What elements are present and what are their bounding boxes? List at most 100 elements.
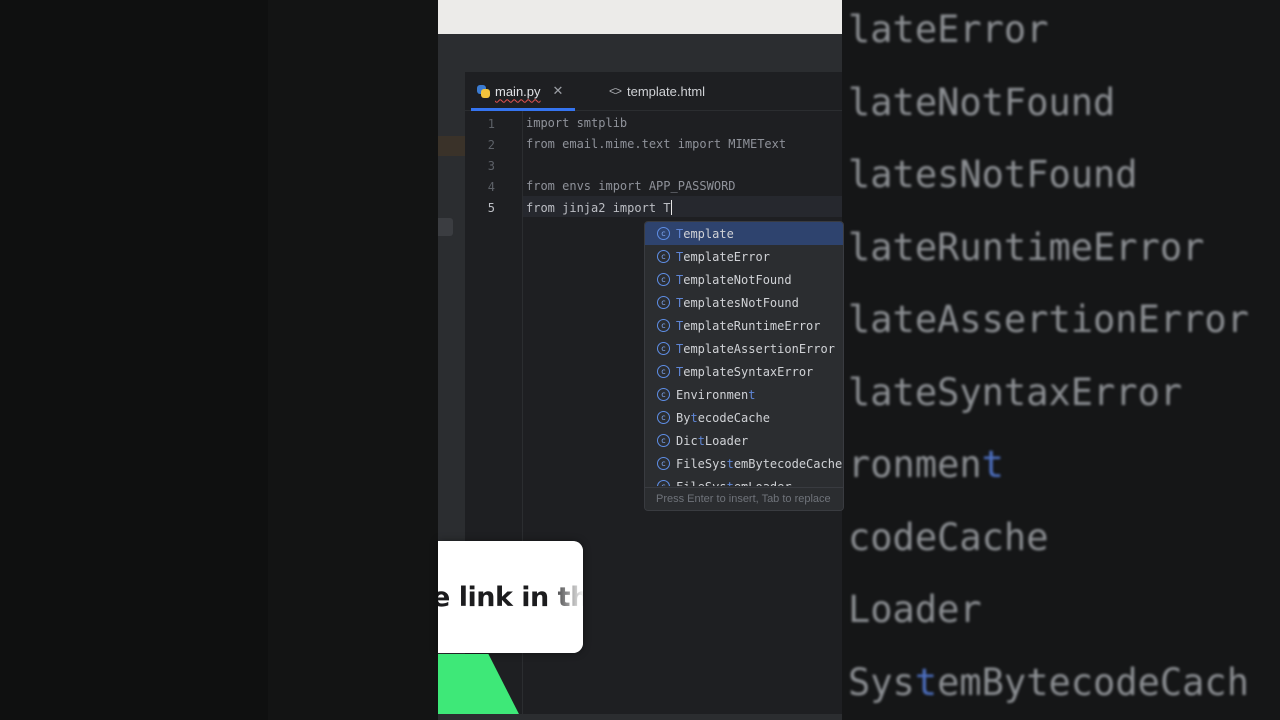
completion-list: c Template c TemplateError c TemplateNotFound… xyxy=(645,222,843,486)
completion-item-text: Dic xyxy=(676,433,698,448)
text-caret xyxy=(670,200,672,215)
code-line-active[interactable]: from jinja2 import T xyxy=(526,200,672,215)
completion-item[interactable]: c TemplateError xyxy=(645,245,843,268)
line-number: 3 xyxy=(487,159,495,173)
background-text: lateAssertionError xyxy=(848,298,1249,341)
tab-template-html-label: template.html xyxy=(627,83,706,99)
completion-item[interactable]: c TemplateNotFound xyxy=(645,268,843,291)
completion-item[interactable]: c FileSystemLoader xyxy=(645,475,843,486)
completion-item[interactable]: c FileSys t emBytecodeCache xyxy=(645,452,843,475)
background-code-line: SystemBytecodeCach xyxy=(848,661,1249,704)
class-icon: c xyxy=(657,342,670,355)
sidebar-handle[interactable] xyxy=(438,218,453,236)
completion-item-text: FileSys xyxy=(676,480,727,487)
completion-item-text: ecodeCache xyxy=(697,410,770,425)
completion-item-text: Loader xyxy=(704,433,749,448)
completion-match: t xyxy=(727,480,734,487)
class-icon: c xyxy=(657,434,670,447)
completion-hint: Press Enter to insert, Tab to replace xyxy=(645,487,843,510)
background-text: latesNotFound xyxy=(848,153,1138,196)
line-number: 1 xyxy=(487,117,495,131)
sidebar-marker xyxy=(438,136,465,156)
caption-fade xyxy=(549,541,583,653)
tab-template-html[interactable]: <> template.html xyxy=(609,72,705,110)
close-icon[interactable]: ✕ xyxy=(553,83,564,99)
class-icon: c xyxy=(657,457,670,470)
completion-item-text: emplateNotFound xyxy=(683,272,792,287)
completion-match: T xyxy=(676,272,684,287)
completion-match: T xyxy=(676,295,684,310)
line-number: 2 xyxy=(487,138,495,152)
code-line[interactable]: from envs import APP_PASSWORD xyxy=(526,179,736,193)
completion-item-text: emplateError xyxy=(683,249,770,264)
completion-item-selected[interactable]: c Template xyxy=(645,222,843,245)
completion-item-text: emplate xyxy=(683,226,734,241)
background-text-highlight: t xyxy=(981,443,1004,486)
completion-item[interactable]: c TemplateSyntaxError xyxy=(645,360,843,383)
right-background: lateError lateNotFound latesNotFound lateRu… xyxy=(842,0,1280,720)
background-code-line: latesNotFound xyxy=(848,153,1138,196)
code-line[interactable]: import smtplib xyxy=(526,116,627,130)
background-code-line: ronment xyxy=(848,443,1004,486)
class-icon: c xyxy=(657,227,670,240)
class-icon: c xyxy=(657,388,670,401)
completion-match: T xyxy=(676,364,684,379)
background-text: lateError xyxy=(848,8,1049,51)
completion-item-text: emLoader xyxy=(734,480,792,487)
completion-item[interactable]: c TemplateRuntimeError xyxy=(645,314,843,337)
background-text-highlight: t xyxy=(914,660,938,704)
class-icon: c xyxy=(657,365,670,378)
class-icon: c xyxy=(657,480,670,486)
completion-item-text: By xyxy=(676,410,691,425)
ide-toolbar xyxy=(438,34,842,72)
class-icon: c xyxy=(657,411,670,424)
completion-item-text: FileSys xyxy=(676,456,727,471)
completion-match: T xyxy=(676,318,684,333)
left-background-stripe xyxy=(268,0,438,720)
line-number-active: 5 xyxy=(487,201,495,215)
completion-popup: c Template c TemplateError c TemplateNotFound… xyxy=(644,221,844,511)
completion-item-text: emplateRuntimeError xyxy=(683,318,821,333)
tab-main-py-label: main.py xyxy=(495,83,541,99)
completion-item-text: emplateAssertionError xyxy=(683,341,835,356)
class-icon: c xyxy=(657,273,670,286)
completion-match: T xyxy=(676,226,684,241)
completion-item[interactable]: c TemplatesNotFound xyxy=(645,291,843,314)
background-code-line: lateAssertionError xyxy=(848,298,1249,341)
html-file-icon: <> xyxy=(609,84,622,98)
background-text: ronmen xyxy=(848,443,982,486)
background-code-line: codeCache xyxy=(848,516,1048,559)
completion-match: t xyxy=(748,387,756,402)
python-file-icon xyxy=(477,84,490,98)
background-code-line: lateNotFound xyxy=(848,81,1115,124)
code-line-active-text: from jinja2 import T xyxy=(526,201,671,215)
code-line[interactable]: from email.mime.text import MIMEText xyxy=(526,137,786,151)
completion-match: t xyxy=(726,456,734,471)
class-icon: c xyxy=(657,319,670,332)
completion-match: T xyxy=(676,341,684,356)
left-background xyxy=(0,0,438,720)
background-text: lateSyntaxError xyxy=(848,370,1183,414)
class-icon: c xyxy=(657,250,670,263)
completion-match: t xyxy=(697,433,705,448)
completion-item-text: emplateSyntaxError xyxy=(683,364,814,379)
background-text: lateNotFound xyxy=(848,80,1116,124)
completion-match: T xyxy=(676,249,684,264)
line-number: 4 xyxy=(487,180,495,194)
completion-match: t xyxy=(690,410,698,425)
completion-item[interactable]: c TemplateAssertionError xyxy=(645,337,843,360)
background-text: Loader xyxy=(848,588,982,631)
tab-main-py[interactable]: main.py ✕ xyxy=(471,72,576,111)
background-code-line: lateRuntimeError xyxy=(848,226,1204,269)
completion-item[interactable]: c Dic t Loader xyxy=(645,429,843,452)
background-text: lateRuntimeError xyxy=(848,225,1205,269)
completion-item[interactable]: c By t ecodeCache xyxy=(645,406,843,429)
background-text: codeCache xyxy=(848,515,1049,559)
completion-item-text: Environmen xyxy=(676,387,749,402)
completion-item[interactable]: c Environmen t xyxy=(645,383,843,406)
background-code-line: lateSyntaxError xyxy=(848,371,1182,414)
background-code-line: lateError xyxy=(848,8,1048,51)
class-icon: c xyxy=(657,296,670,309)
bottom-status-strip xyxy=(438,714,842,720)
caption-card: e link in the xyxy=(438,541,583,653)
